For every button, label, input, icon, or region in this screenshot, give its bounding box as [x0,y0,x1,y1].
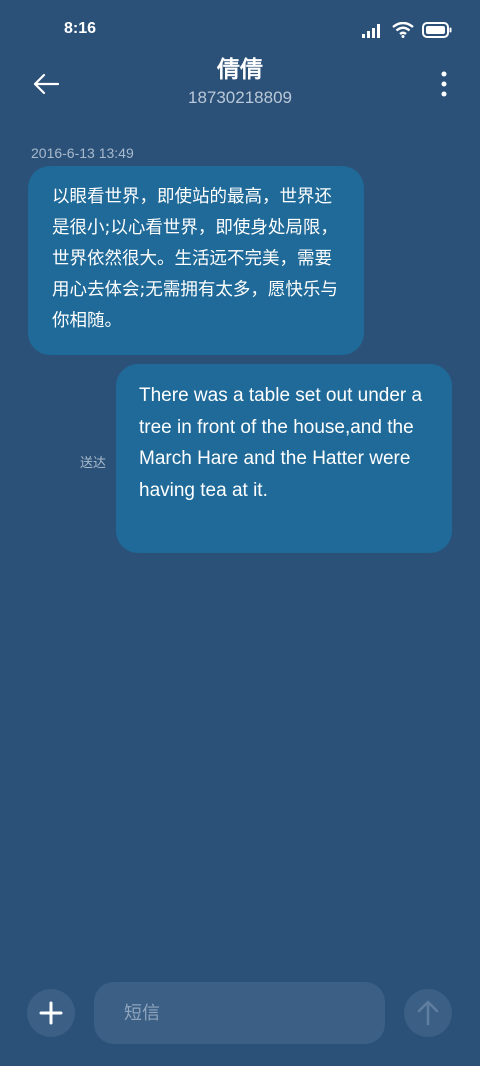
send-arrow-up-icon [417,1000,439,1026]
status-icons [362,21,452,42]
contact-name: 倩倩 [217,57,263,83]
send-button[interactable] [404,989,452,1037]
signal-icon [362,23,384,42]
message-timestamp: 2016-6-13 13:49 [31,145,134,161]
status-time: 8:16 [64,20,97,37]
message-composer [0,980,480,1048]
contact-info: 倩倩 18730218809 [0,56,480,108]
battery-icon [422,22,452,42]
delivered-status: 送达 [80,456,107,471]
message-input[interactable] [122,1001,385,1025]
add-attachment-button[interactable] [27,989,75,1037]
conversation-header: 倩倩 18730218809 [0,52,480,116]
plus-icon [39,1001,63,1025]
more-vert-icon[interactable] [440,70,448,98]
incoming-message-bubble[interactable]: 以眼看世界，即使站的最高，世界还是很小;以心看世界，即使身处局限，世界依然很大。… [28,166,364,355]
message-input-box[interactable] [94,982,385,1044]
contact-number: 18730218809 [187,88,292,107]
wifi-icon [392,21,414,42]
outgoing-message-bubble[interactable]: There was a table set out under a tree i… [116,364,452,553]
